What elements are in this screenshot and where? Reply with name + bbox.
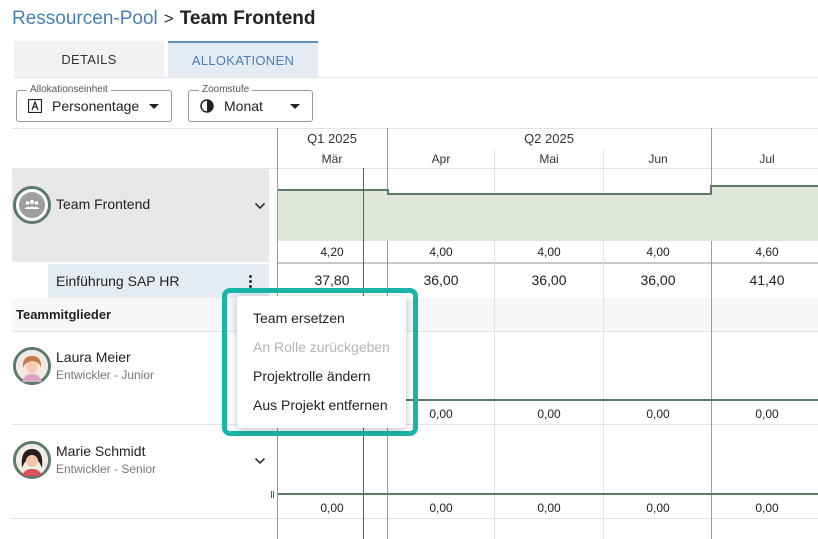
month-label: Jun [648,152,668,166]
avatar [13,347,51,385]
menu-item-projektrolle-aendern[interactable]: Projektrolle ändern [253,368,371,384]
group-icon [24,199,40,209]
member-value: 0,00 [755,407,779,421]
member-value: 0,00 [755,501,779,515]
avatar [13,441,51,479]
month-label: Apr [431,152,451,166]
team-name: Team Frontend [56,196,151,212]
breadcrumb-parent-link[interactable]: Ressourcen-Pool [12,8,158,30]
tab-allokationen[interactable]: ALLOKATIONEN [168,41,318,77]
member-name: Marie Schmidt [56,443,146,459]
tab-bar: DETAILS ALLOKATIONEN [14,41,318,77]
member-value: 0,00 [429,501,453,515]
menu-item-team-ersetzen[interactable]: Team ersetzen [253,310,345,326]
breadcrumb-separator: > [163,9,174,28]
assignment-name: Einführung SAP HR [56,273,180,289]
chevron-down-icon [149,104,159,109]
chevron-down-icon [290,104,300,109]
quarter-label: Q2 2025 [524,131,574,146]
members-section-title: Teammitglieder [16,307,112,322]
month-label: Mai [539,152,559,166]
allocation-unit-legend: Allokationseinheit [27,83,111,96]
member-value: 0,00 [646,407,670,421]
capacity-value: 4,00 [429,245,453,259]
capacity-value: 4,60 [755,245,779,259]
page-title: Team Frontend [179,8,316,29]
assignment-value: 37,80 [314,272,350,288]
resize-handle-icon[interactable] [271,491,274,498]
member-capacity-line [278,493,818,495]
member-value: 0,00 [320,501,344,515]
tabs-divider [14,77,818,78]
person-avatar-icon [16,350,48,382]
capacity-value: 4,00 [646,245,670,259]
zoom-level-value: Monat [224,98,263,114]
avatar [13,186,51,224]
assignment-value: 36,00 [423,272,459,288]
member-value: 0,00 [537,501,561,515]
grid-line [12,128,818,129]
tab-details[interactable]: DETAILS [14,41,164,77]
menu-item-aus-projekt-entfernen[interactable]: Aus Projekt entfernen [253,397,388,413]
breadcrumb: Ressourcen-Pool > Team Frontend [12,8,316,30]
month-label: Mär [321,152,343,166]
half-circle-icon [200,99,214,113]
assignment-value: 36,00 [640,272,676,288]
quarter-label: Q1 2025 [307,131,357,146]
assignment-value: 36,00 [531,272,567,288]
chevron-down-icon[interactable] [254,202,266,210]
chevron-down-icon[interactable] [254,457,266,465]
grid-line [278,262,818,264]
allocation-unit-value: Personentage [52,98,140,114]
member-value: 0,00 [537,407,561,421]
month-label: Jul [759,152,775,166]
grid-line [12,518,818,519]
capacity-value: 4,20 [320,245,344,259]
zoom-level-legend: Zoomstufe [199,83,253,96]
assignment-value: 41,40 [749,272,785,288]
capacity-chart [278,185,818,241]
menu-item-an-rolle-zurueckgeben: An Rolle zurückgeben [253,339,390,355]
team-row[interactable] [12,169,269,262]
more-vertical-icon[interactable] [249,275,253,289]
context-menu: Team ersetzen An Rolle zurückgeben Proje… [237,296,406,428]
capacity-value: 4,00 [537,245,561,259]
zoom-level-select[interactable]: Zoomstufe Monat [188,83,313,122]
member-role: Entwickler - Junior [56,368,155,382]
allocation-unit-select[interactable]: Allokationseinheit Personentage [16,83,172,122]
letter-a-icon [28,99,42,113]
member-name: Laura Meier [56,349,131,365]
person-avatar-icon [16,444,48,476]
member-value: 0,00 [646,501,670,515]
member-role: Entwickler - Senior [56,462,157,476]
